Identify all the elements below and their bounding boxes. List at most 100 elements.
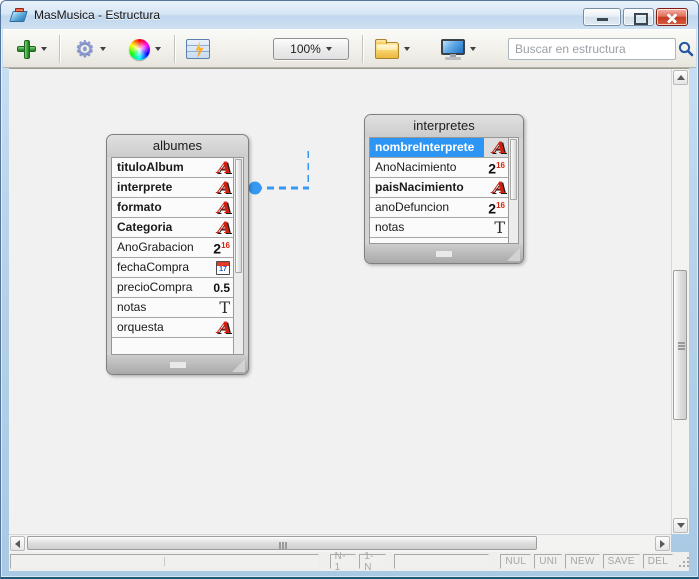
close-button[interactable] (656, 8, 688, 26)
scroll-right-button[interactable] (655, 536, 670, 551)
color-wheel-icon (129, 39, 150, 60)
chevron-down-icon[interactable] (41, 47, 47, 51)
open-button[interactable] (375, 30, 410, 68)
chevron-down-icon (326, 47, 332, 51)
field-row-fechaCompra[interactable]: fechaCompra17 (112, 258, 233, 278)
memo-icon: T (494, 220, 505, 236)
settings-button[interactable]: ⚙ (75, 30, 106, 68)
entity-title[interactable]: interpretes (365, 115, 523, 137)
vertical-scroll-thumb[interactable] (673, 270, 687, 420)
field-label: paisNacimiento (370, 178, 484, 197)
field-row-interprete[interactable]: interpreteA (112, 178, 233, 198)
search-box (508, 38, 676, 60)
chevron-down-icon[interactable] (155, 47, 161, 51)
search-icon[interactable] (676, 39, 696, 59)
field-row-AnoNacimiento[interactable]: AnoNacimiento216 (370, 158, 508, 178)
entity-footer[interactable] (365, 244, 523, 263)
status-button-uni[interactable]: UNI (534, 554, 562, 569)
app-icon (11, 8, 28, 23)
status-button-del[interactable]: DEL (643, 554, 673, 569)
field-type-cell[interactable]: A (209, 178, 233, 197)
scroll-up-button[interactable] (673, 70, 688, 85)
field-type-cell[interactable]: A (209, 198, 233, 217)
entity-title[interactable]: albumes (107, 135, 248, 157)
field-type-cell[interactable]: 216 (484, 198, 508, 217)
status-button-nul[interactable]: NUL (500, 554, 531, 569)
integer-icon: 216 (488, 159, 505, 176)
resize-handle-icon[interactable] (507, 248, 520, 261)
status-button-save[interactable]: SAVE (603, 554, 640, 569)
field-row-notas[interactable]: notasT (370, 218, 508, 238)
resize-handle-icon[interactable] (232, 359, 245, 372)
toolbar-separator (59, 35, 60, 63)
field-type-cell[interactable]: T (209, 298, 233, 317)
scroll-left-button[interactable] (10, 536, 25, 551)
grip-icon[interactable] (170, 362, 186, 368)
grip-icon (678, 345, 685, 347)
field-type-cell[interactable]: A (484, 138, 508, 157)
zoom-dropdown[interactable]: 100% (273, 30, 349, 68)
arrow-down-icon (677, 523, 685, 528)
toolbar-separator (362, 35, 363, 63)
table-lightning-icon (186, 39, 210, 59)
entity-albumes[interactable]: albumestituloAlbumAinterpreteAformatoACa… (106, 134, 249, 375)
letter-a-icon: A (217, 220, 231, 236)
vertical-scrollbar[interactable] (671, 69, 689, 534)
diagram-canvas[interactable]: albumestituloAlbumAinterpreteAformatoACa… (9, 69, 671, 534)
field-row-anoDefuncion[interactable]: anoDefuncion216 (370, 198, 508, 218)
field-label: nombreInterprete (370, 138, 484, 157)
resize-grip-icon[interactable] (679, 557, 689, 567)
field-row-nombreInterprete[interactable]: nombreInterpreteA (370, 138, 508, 158)
field-row-tituloAlbum[interactable]: tituloAlbumA (112, 158, 233, 178)
field-row-formato[interactable]: formatoA (112, 198, 233, 218)
entity-scrollbar[interactable] (508, 138, 518, 243)
status-button-n-1[interactable]: N-1 (330, 554, 357, 569)
field-type-cell[interactable]: A (209, 318, 233, 337)
field-row-paisNacimiento[interactable]: paisNacimientoA (370, 178, 508, 198)
field-row-AnoGrabacion[interactable]: AnoGrabacion216 (112, 238, 233, 258)
folder-icon (375, 42, 399, 59)
calendar-icon: 17 (216, 261, 230, 275)
scroll-down-button[interactable] (673, 518, 688, 533)
arrow-left-icon (15, 540, 20, 548)
horizontal-scroll-thumb[interactable] (27, 536, 537, 550)
entity-footer[interactable] (107, 355, 248, 374)
titlebar[interactable]: MasMusica - Estructura (1, 1, 698, 29)
maximize-button[interactable] (623, 8, 654, 26)
chevron-down-icon[interactable] (100, 47, 106, 51)
field-type-cell[interactable]: A (209, 158, 233, 177)
field-type-cell[interactable]: 0.5 (209, 278, 233, 297)
entity-interpretes[interactable]: interpretesnombreInterpreteAAnoNacimient… (364, 114, 524, 264)
search-input[interactable] (509, 40, 676, 58)
field-label: formato (112, 198, 209, 217)
status-field-secondary (394, 554, 490, 569)
grip-icon[interactable] (436, 251, 452, 257)
field-row-orquesta[interactable]: orquesta A (112, 318, 233, 338)
status-button-new[interactable]: NEW (565, 554, 599, 569)
toolbar-separator (174, 35, 175, 63)
letter-a-icon: A (217, 320, 231, 336)
colors-button[interactable] (129, 30, 161, 68)
field-type-cell[interactable]: T (484, 218, 508, 237)
generate-button[interactable] (186, 30, 210, 68)
status-button-1-n[interactable]: 1-N (359, 554, 386, 569)
letter-a-icon: A (217, 160, 231, 176)
field-label: orquesta (112, 318, 209, 337)
minimize-button[interactable] (583, 8, 621, 26)
field-type-cell[interactable]: 216 (484, 158, 508, 177)
field-type-cell[interactable]: A (209, 218, 233, 237)
chevron-down-icon[interactable] (470, 47, 476, 51)
entity-scrollbar[interactable] (233, 158, 243, 354)
field-row-notas[interactable]: notasT (112, 298, 233, 318)
add-button[interactable] (17, 30, 47, 68)
field-row-Categoria[interactable]: CategoriaA (112, 218, 233, 238)
grip-icon (282, 542, 284, 549)
field-row-precioCompra[interactable]: precioCompra0.5 (112, 278, 233, 298)
field-label: anoDefuncion (370, 198, 484, 217)
chevron-down-icon[interactable] (404, 47, 410, 51)
view-button[interactable] (441, 30, 476, 68)
horizontal-scrollbar[interactable] (9, 534, 671, 552)
field-type-cell[interactable]: 216 (209, 238, 233, 257)
field-type-cell[interactable]: 17 (209, 258, 233, 277)
field-type-cell[interactable]: A (484, 178, 508, 197)
